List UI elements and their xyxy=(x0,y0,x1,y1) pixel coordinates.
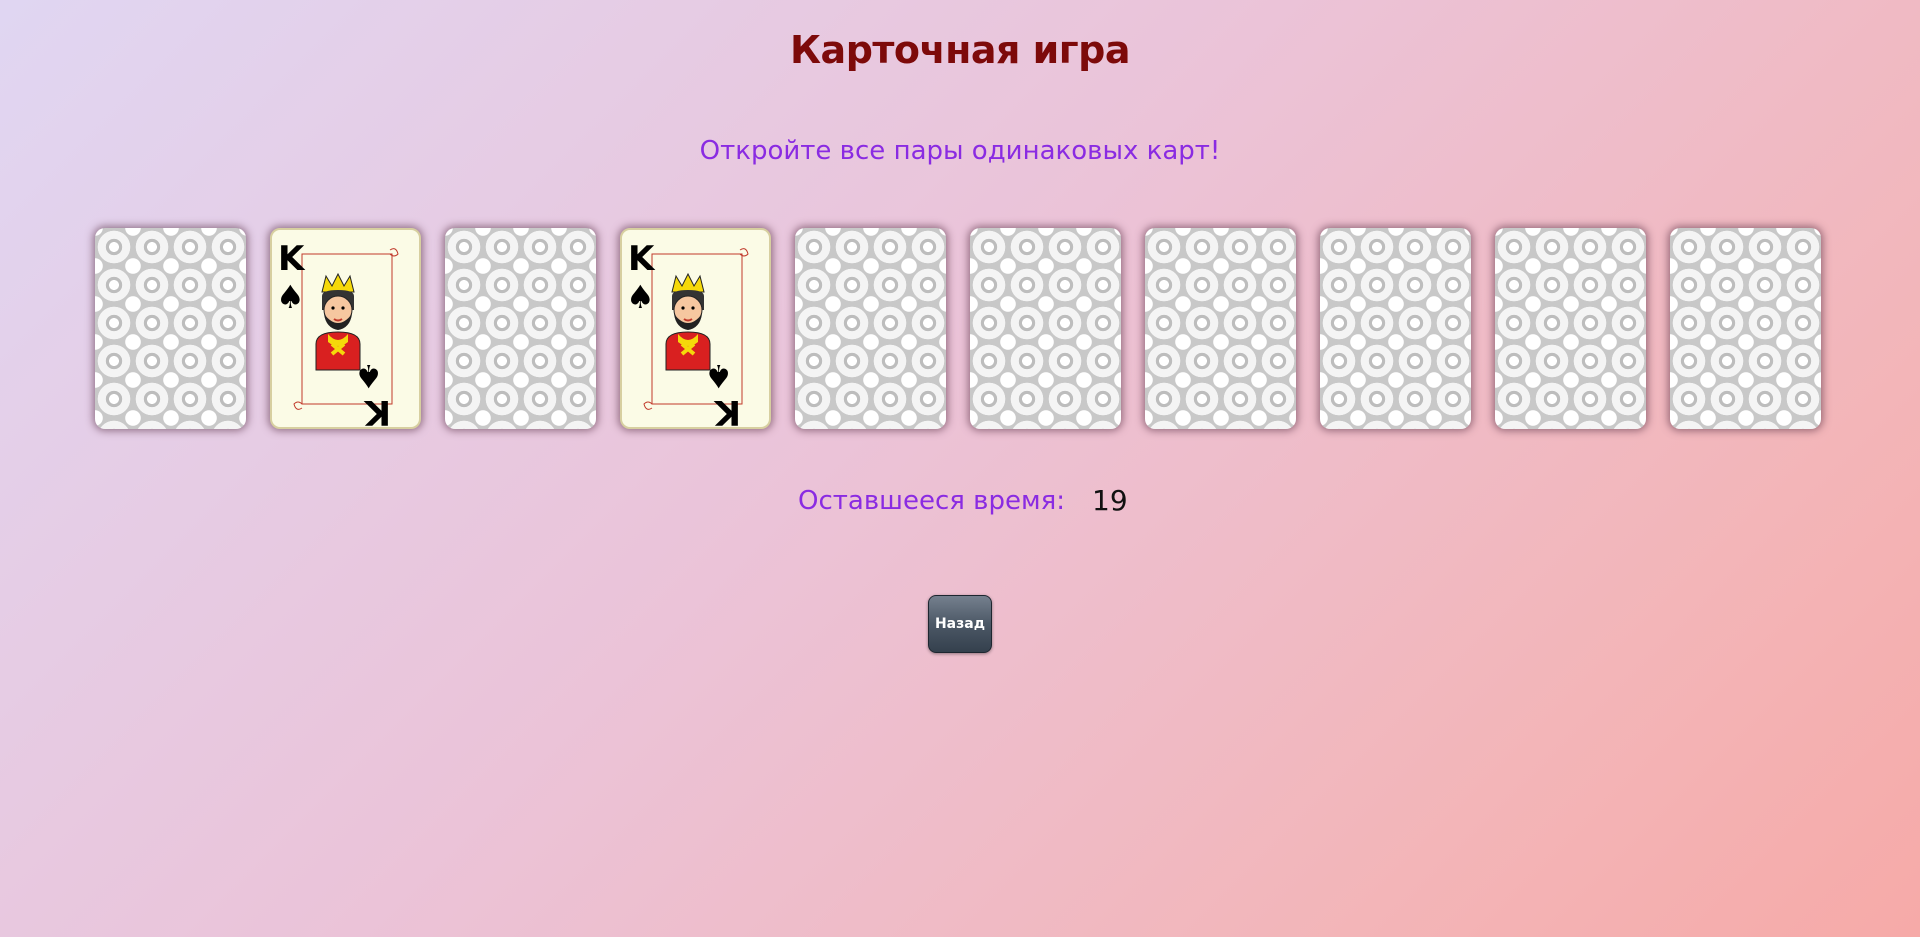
spade-icon: ♠ xyxy=(276,278,305,316)
instructions-text: Откройте все пары одинаковых карт! xyxy=(699,136,1221,166)
card-face-down[interactable] xyxy=(1495,228,1646,429)
back-button[interactable]: Назад xyxy=(928,595,992,653)
card-rank-top: K xyxy=(628,239,656,279)
card-face-down[interactable] xyxy=(970,228,1121,429)
card-rank-bottom: K xyxy=(363,392,391,427)
timer-label: Оставшееся время: xyxy=(798,486,1065,516)
spade-icon: ♠ xyxy=(626,278,655,316)
card-face-down[interactable] xyxy=(95,228,246,429)
card-rank-bottom: K xyxy=(713,392,741,427)
card-face-up[interactable]: K ♠ ♠ K xyxy=(270,228,421,429)
card-face-down[interactable] xyxy=(1320,228,1471,429)
timer-value: 19 xyxy=(1092,484,1128,517)
card-face-down[interactable] xyxy=(1145,228,1296,429)
page-title: Карточная игра xyxy=(790,28,1130,72)
card-rank-top: K xyxy=(278,239,306,279)
card-face-down[interactable] xyxy=(1670,228,1821,429)
card-face-down[interactable] xyxy=(795,228,946,429)
king-figure xyxy=(665,272,711,371)
card-face-down[interactable] xyxy=(445,228,596,429)
king-card-icon: K ♠ ♠ K xyxy=(276,239,399,427)
king-figure xyxy=(315,272,361,371)
card-face-up[interactable]: K ♠ ♠ K xyxy=(620,228,771,429)
king-card-icon: K ♠ ♠ K xyxy=(626,239,749,427)
card-row: K ♠ ♠ K K ♠ ♠ K xyxy=(95,228,1821,429)
